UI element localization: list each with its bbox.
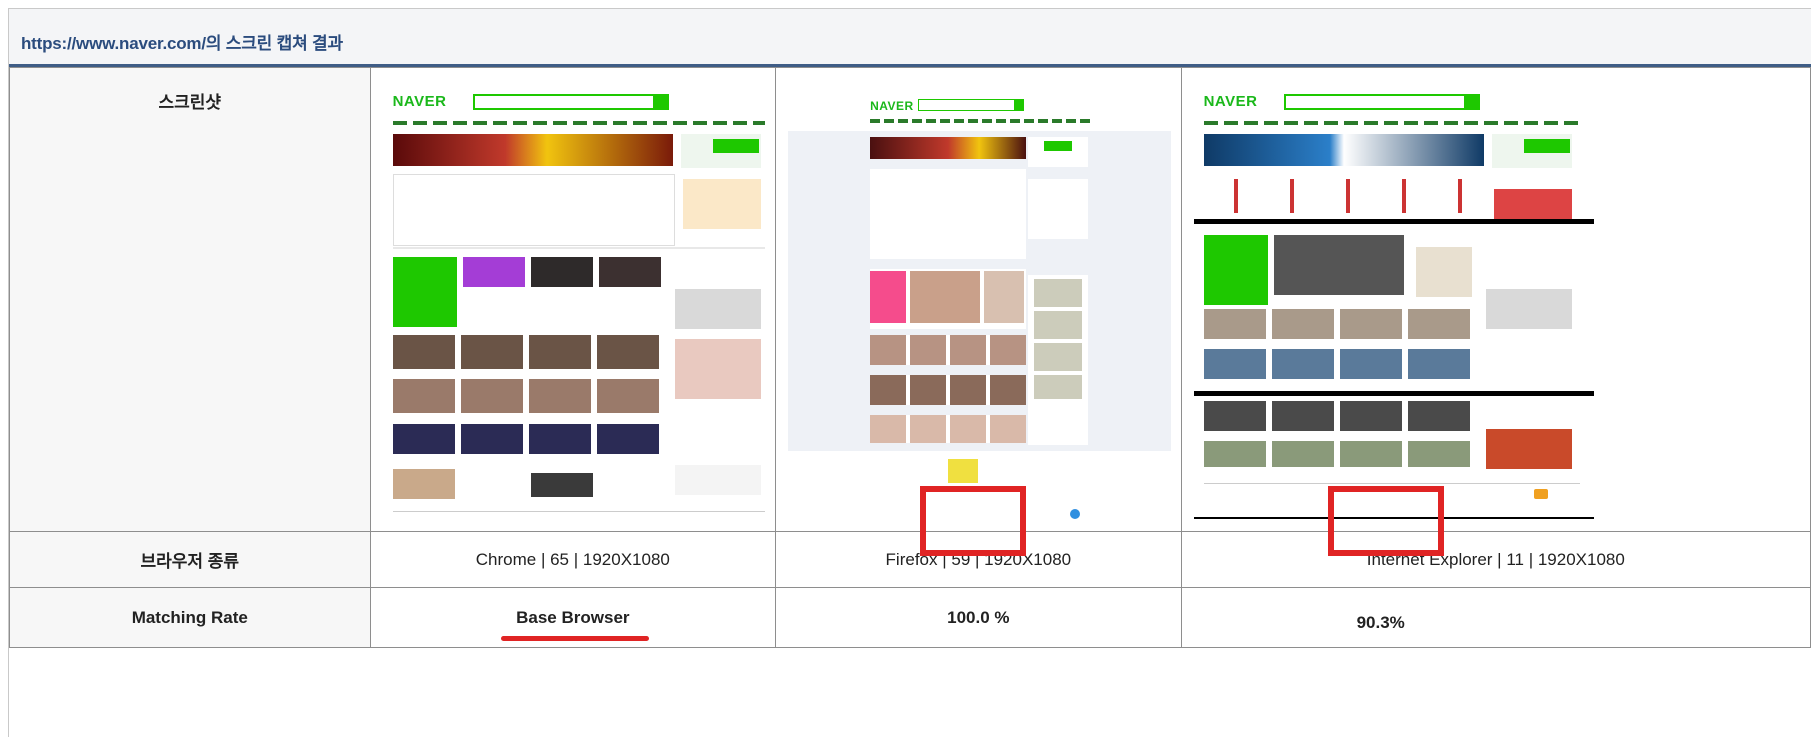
search-button (1463, 94, 1480, 110)
browser-label: 브라우저 종류 (9, 531, 371, 588)
panel-header: https://www.naver.com/의 스크린 캡쳐 결과 (9, 9, 1811, 67)
highlight-box (1327, 486, 1444, 556)
screenshot-firefox-cell: NAVER (775, 67, 1182, 556)
search-button (652, 94, 669, 110)
banner-ad (392, 134, 673, 166)
banner-ad (870, 137, 1027, 159)
matching-chrome-cell: Base Browser (369, 587, 777, 648)
screenshot-chrome-cell: NAVER (369, 67, 777, 532)
screenshot-label: 스크린샷 (9, 67, 371, 532)
matching-chrome: Base Browser (516, 607, 630, 627)
search-bar (472, 94, 661, 110)
matching-label: Matching Rate (9, 587, 371, 648)
search-button (1014, 99, 1025, 111)
matching-firefox-cell: 100.0 % (775, 587, 1182, 648)
naver-logo: NAVER (392, 93, 447, 110)
naver-logo: NAVER (1203, 93, 1258, 110)
page-title: https://www.naver.com/의 스크린 캡쳐 결과 (21, 34, 343, 53)
screenshot-ie-cell: NAVER (1180, 67, 1811, 556)
browser-row: 브라우저 종류 Chrome | 65 | 1920X1080 Firefox … (9, 531, 1811, 588)
underline-highlight (500, 636, 649, 641)
comparison-table: 스크린샷 NAVER NAVER NAVER 브라우저 종류 Chrome | … (9, 67, 1811, 648)
banner-ad (1203, 134, 1484, 166)
screenshot-row: 스크린샷 NAVER NAVER NAVER (9, 67, 1811, 556)
browser-ie: Internet Explorer | 11 | 1920X1080 (1180, 531, 1811, 588)
matching-ie-cell: 90.3% (1180, 587, 1811, 648)
search-bar (1283, 94, 1472, 110)
search-bar (918, 99, 1023, 111)
matching-row: Matching Rate Base Browser 100.0 % 90.3% (9, 587, 1811, 648)
screenshot-chrome[interactable]: NAVER (382, 79, 766, 519)
screenshot-firefox[interactable]: NAVER (788, 79, 1171, 519)
matching-ie: 90.3% (1356, 612, 1405, 632)
naver-logo: NAVER (870, 99, 914, 113)
highlight-box (920, 486, 1027, 556)
matching-firefox: 100.0 % (947, 607, 1010, 627)
capture-result-panel: https://www.naver.com/의 스크린 캡쳐 결과 스크린샷 N… (8, 8, 1811, 737)
screenshot-ie[interactable]: NAVER (1193, 79, 1810, 519)
browser-chrome: Chrome | 65 | 1920X1080 (369, 531, 777, 588)
